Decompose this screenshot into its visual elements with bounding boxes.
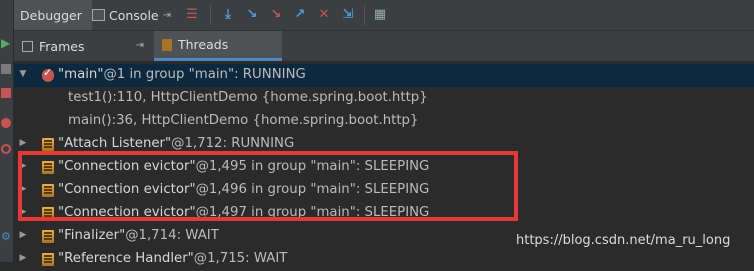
thread-row[interactable]: ▶ "Reference Handler"@1,715: WAIT (14, 248, 754, 271)
thread-icon (42, 230, 54, 243)
threads-tab-label: Threads (178, 37, 229, 52)
debug-toolbar: Debugger Console ⇥ ☰ ⤓ ↘ ↘ ↗ ✕ ⇲ ▦ (14, 0, 754, 31)
running-thread-icon (42, 66, 54, 82)
pin-icon[interactable]: ⇥ (136, 40, 144, 51)
pin-icon: ⇥ (162, 9, 172, 21)
console-tab-label: Console (109, 7, 159, 23)
expand-arrow-icon[interactable]: ▼ (18, 69, 28, 79)
thread-status: @1,715: WAIT (193, 251, 288, 266)
step-out-icon[interactable]: ↗ (292, 6, 308, 22)
tab-threads[interactable]: Threads (154, 31, 282, 61)
console-icon (92, 9, 105, 21)
frame-label: test1():110, HttpClientDemo {home.spring… (68, 90, 428, 105)
run-to-cursor-icon[interactable]: ⇲ (340, 6, 356, 22)
tab-frames[interactable]: Frames ⇥ (14, 31, 150, 61)
settings-icon[interactable]: ⚙ (1, 231, 11, 242)
debugger-tab-label: Debugger (20, 7, 82, 23)
left-action-strip: ▶ ⚙ (0, 0, 14, 262)
step-into-icon[interactable]: ↘ (244, 6, 260, 22)
step-over-icon[interactable]: ⤓ (220, 6, 236, 22)
frame-row[interactable]: test1():110, HttpClientDemo {home.spring… (14, 87, 754, 110)
pause-icon[interactable] (1, 64, 11, 74)
thread-icon (42, 253, 54, 266)
thread-name: "Reference Handler" (58, 251, 194, 266)
tab-console[interactable]: Console ⇥ (92, 0, 171, 30)
stop-icon[interactable] (1, 88, 11, 98)
drop-frame-icon[interactable]: ✕ (316, 6, 332, 22)
thread-name: "Finalizer" (58, 228, 126, 243)
toolbar-separator (210, 5, 211, 25)
frame-label: main():36, HttpClientDemo {home.spring.b… (68, 113, 419, 128)
evaluate-expression-icon[interactable]: ▦ (372, 6, 388, 22)
thread-status: @1 in group "main": RUNNING (103, 67, 306, 82)
mute-breakpoints-icon[interactable] (1, 144, 11, 154)
expand-arrow-icon[interactable]: ▶ (18, 138, 28, 148)
force-step-into-icon[interactable]: ↘ (268, 6, 284, 22)
thread-status: @1,714: WAIT (125, 228, 219, 243)
thread-name: "main" (58, 67, 104, 82)
panel-tab-bar: Frames ⇥ Threads (14, 31, 754, 62)
annotation-highlight-box (18, 151, 518, 221)
frames-icon (22, 40, 33, 52)
resume-icon[interactable]: ▶ (1, 37, 11, 49)
show-execution-point-icon[interactable]: ☰ (184, 6, 200, 22)
tab-debugger[interactable]: Debugger (14, 0, 92, 30)
thread-icon (42, 138, 54, 151)
view-breakpoints-icon[interactable] (1, 118, 11, 128)
thread-name: "Attach Listener" (58, 136, 172, 151)
frame-row[interactable]: main():36, HttpClientDemo {home.spring.b… (14, 110, 754, 133)
thread-status: @1,712: RUNNING (171, 136, 295, 151)
threads-icon (162, 38, 172, 51)
frames-tab-label: Frames (39, 38, 85, 54)
expand-arrow-icon[interactable]: ▶ (18, 230, 28, 240)
thread-row-main[interactable]: ▼ "main"@1 in group "main": RUNNING (14, 64, 754, 87)
watermark: https://blog.csdn.net/ma_ru_long (516, 233, 731, 248)
toolbar-separator (364, 5, 365, 25)
